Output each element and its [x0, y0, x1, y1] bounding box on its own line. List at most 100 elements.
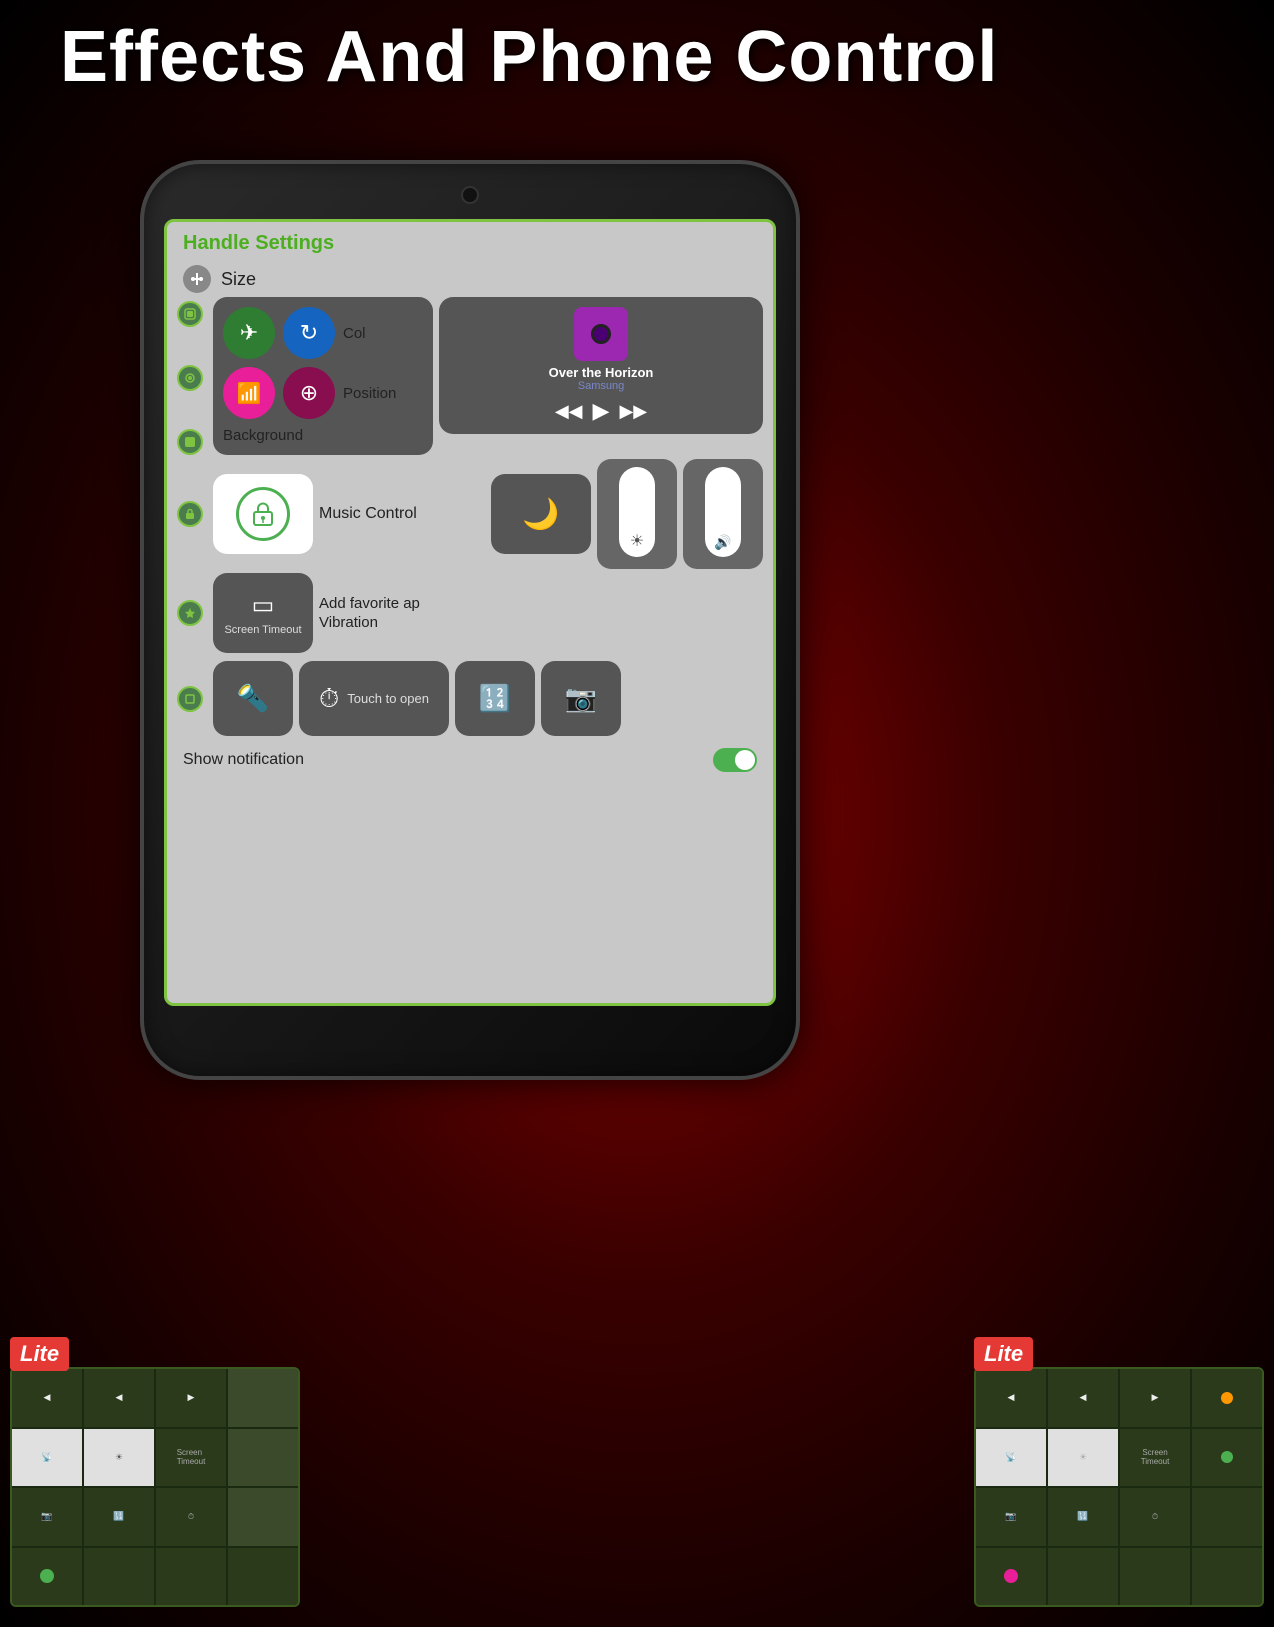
- timer-icon: ⏱: [319, 683, 339, 715]
- brightness-slider[interactable]: ☀: [597, 459, 677, 569]
- music-title: Over the Horizon: [549, 365, 654, 380]
- thumb-cell: ◀: [976, 1369, 1046, 1427]
- notif-row: Show notification: [167, 740, 773, 780]
- phone-screen: Handle Settings Size: [164, 219, 776, 1006]
- thumb-cell: [228, 1488, 298, 1546]
- thumb-cell: ▶: [1120, 1369, 1190, 1427]
- toggle-knob: [735, 750, 755, 770]
- touch-open-btn[interactable]: ⏱ Touch to open: [299, 661, 449, 736]
- col-label: Col: [343, 325, 366, 342]
- side-icon-bottom[interactable]: [177, 686, 203, 712]
- thumb-cell: 📡: [976, 1429, 1046, 1487]
- thumb-cell: ⏱: [1120, 1488, 1190, 1546]
- wifi-icon: 📶: [237, 381, 262, 406]
- flashlight-btn[interactable]: 🔦: [213, 661, 293, 736]
- size-row: Size: [167, 261, 773, 297]
- thumb-cell: [1192, 1548, 1262, 1606]
- lock-panel[interactable]: [213, 474, 313, 554]
- thumb-cell: [976, 1548, 1046, 1606]
- thumb-cell: [228, 1429, 298, 1487]
- thumb-cell: ⏱: [156, 1488, 226, 1546]
- flashlight-icon: 🔦: [237, 683, 269, 714]
- size-icon[interactable]: [183, 265, 211, 293]
- thumbnails: Lite ◀ ◀ ▶ 📡 ☀ ScreenTimeout 📷 🔢 ⏱: [0, 1337, 1274, 1607]
- side-icon-pos[interactable]: [177, 365, 203, 391]
- background-label: Background: [223, 427, 303, 444]
- thumb-cell: 🔢: [84, 1488, 154, 1546]
- add-favorite-label: Add favorite ap: [319, 595, 763, 612]
- left-lite-badge: Lite: [10, 1337, 69, 1371]
- cast-btn[interactable]: ▭ Screen Timeout: [213, 573, 313, 653]
- refresh-icon: ↻: [300, 320, 318, 346]
- bluetooth-btn[interactable]: ⊕: [283, 367, 335, 419]
- music-controls: ◀◀ ▶ ▶▶: [555, 398, 647, 424]
- position-label: Position: [343, 385, 396, 402]
- thumb-cell: [1192, 1429, 1262, 1487]
- size-label: Size: [221, 269, 256, 290]
- bluetooth-icon: ⊕: [300, 380, 318, 406]
- airplane-btn[interactable]: ✈: [223, 307, 275, 359]
- touch-open-label: Touch to open: [347, 691, 429, 706]
- thumb-cell: [156, 1548, 226, 1606]
- right-lite-badge: Lite: [974, 1337, 1033, 1371]
- left-thumbnail: Lite ◀ ◀ ▶ 📡 ☀ ScreenTimeout 📷 🔢 ⏱: [10, 1337, 300, 1607]
- prev-btn[interactable]: ◀◀: [555, 398, 583, 424]
- music-control-label: Music Control: [319, 503, 485, 525]
- moon-icon: 🌙: [522, 497, 559, 532]
- wifi-btn[interactable]: 📶: [223, 367, 275, 419]
- thumb-cell: ScreenTimeout: [156, 1429, 226, 1487]
- side-icon-bg[interactable]: [177, 429, 203, 455]
- calculator-icon: 🔢: [479, 683, 511, 714]
- brightness-track: ☀: [619, 467, 655, 557]
- refresh-btn[interactable]: ↻: [283, 307, 335, 359]
- phone-body: Handle Settings Size: [140, 160, 800, 1080]
- camera-icon: 📷: [565, 683, 597, 714]
- cast-icon: ▭: [252, 591, 275, 620]
- music-album-inner: [591, 324, 611, 344]
- phone: Handle Settings Size: [140, 160, 800, 1080]
- thumb-cell: 🔢: [1048, 1488, 1118, 1546]
- left-thumb-grid: ◀ ◀ ▶ 📡 ☀ ScreenTimeout 📷 🔢 ⏱: [10, 1367, 300, 1607]
- handle-settings-title: Handle Settings: [167, 222, 773, 261]
- thumb-cell: [1120, 1548, 1190, 1606]
- thumb-cell: ScreenTimeout: [1120, 1429, 1190, 1487]
- music-panel: Over the Horizon Samsung ◀◀ ▶ ▶▶: [439, 297, 763, 434]
- show-notification-toggle[interactable]: [713, 748, 757, 772]
- music-artist: Samsung: [578, 380, 624, 392]
- lock-icon: [236, 487, 290, 541]
- calculator-btn[interactable]: 🔢: [455, 661, 535, 736]
- thumb-cell: 📡: [12, 1429, 82, 1487]
- phone-camera: [461, 186, 479, 204]
- thumb-cell: ◀: [84, 1369, 154, 1427]
- side-icon-fav[interactable]: [177, 600, 203, 626]
- brightness-icon: ☀: [630, 531, 644, 551]
- thumb-cell: [1192, 1369, 1262, 1427]
- thumb-cell: [84, 1548, 154, 1606]
- thumb-cell: ☀: [84, 1429, 154, 1487]
- thumb-cell: [1048, 1548, 1118, 1606]
- volume-icon: 🔊: [714, 534, 731, 551]
- vibration-label: Vibration: [319, 614, 763, 631]
- next-btn[interactable]: ▶▶: [619, 398, 647, 424]
- night-mode-btn[interactable]: 🌙: [491, 474, 591, 554]
- thumb-cell: [1192, 1488, 1262, 1546]
- right-thumbnail: Lite ◀ ◀ ▶ 📡 ☀ ScreenTimeout 📷 🔢 ⏱: [974, 1337, 1264, 1607]
- toggle-panel: ✈ ↻ Col 📶: [213, 297, 433, 455]
- volume-slider[interactable]: 🔊: [683, 459, 763, 569]
- play-btn[interactable]: ▶: [593, 398, 610, 424]
- thumb-cell: 📷: [976, 1488, 1046, 1546]
- thumb-cell: ☀: [1048, 1429, 1118, 1487]
- show-notification-label: Show notification: [183, 751, 304, 769]
- right-thumb-grid: ◀ ◀ ▶ 📡 ☀ ScreenTimeout 📷 🔢 ⏱: [974, 1367, 1264, 1607]
- volume-track: 🔊: [705, 467, 741, 557]
- thumb-cell: [228, 1548, 298, 1606]
- airplane-icon: ✈: [240, 320, 258, 346]
- thumb-cell: ▶: [156, 1369, 226, 1427]
- thumb-cell: 📷: [12, 1488, 82, 1546]
- thumb-cell: ◀: [12, 1369, 82, 1427]
- side-icon-lock[interactable]: [177, 501, 203, 527]
- screen-timeout-label: Screen Timeout: [224, 624, 301, 636]
- thumb-cell: [12, 1548, 82, 1606]
- camera-btn[interactable]: 📷: [541, 661, 621, 736]
- side-icon-col[interactable]: [177, 301, 203, 327]
